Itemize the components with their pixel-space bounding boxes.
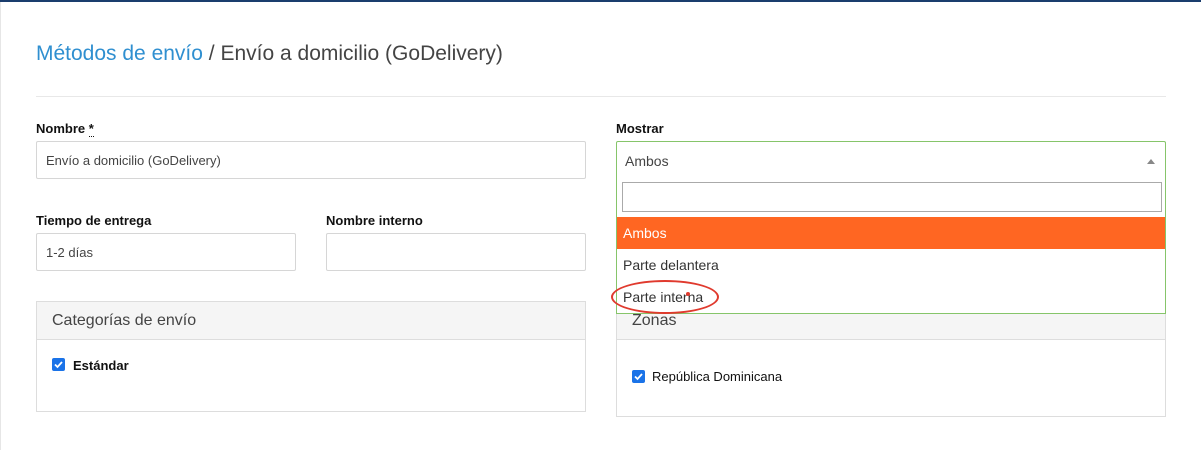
breadcrumb-link-metodos-envio[interactable]: Métodos de envío xyxy=(36,42,203,65)
left-edge-strip xyxy=(0,2,1,450)
mostrar-label: Mostrar xyxy=(616,121,664,136)
nombre-label-text: Nombre xyxy=(36,121,86,136)
estandar-checkbox[interactable] xyxy=(52,358,65,371)
tiempo-entrega-label: Tiempo de entrega xyxy=(36,213,152,228)
estandar-label: Estándar xyxy=(73,358,129,373)
tiempo-entrega-input[interactable] xyxy=(36,233,296,271)
nombre-input[interactable] xyxy=(36,141,586,179)
option-ambos[interactable]: Ambos xyxy=(617,217,1165,249)
cursor-pointer-icon xyxy=(686,292,690,296)
dropdown-search-input[interactable] xyxy=(622,182,1162,212)
title-divider xyxy=(36,96,1166,97)
page-title: Métodos de envío / Envío a domicilio (Go… xyxy=(36,40,503,68)
checkmark-icon xyxy=(634,373,643,381)
caret-up-icon xyxy=(1147,159,1155,164)
categorias-envio-title: Categorías de envío xyxy=(37,302,585,340)
nombre-interno-label: Nombre interno xyxy=(326,213,423,228)
mostrar-selected-value: Ambos xyxy=(625,153,669,169)
annotation-circle xyxy=(611,280,719,314)
required-mark: * xyxy=(88,121,94,137)
zonas-panel: Zonas República Dominicana xyxy=(616,301,1166,417)
top-accent-bar xyxy=(0,0,1201,2)
breadcrumb-separator: / xyxy=(208,42,215,65)
republica-dominicana-label: República Dominicana xyxy=(652,369,783,384)
nombre-label: Nombre * xyxy=(36,121,94,137)
mostrar-select[interactable]: Ambos xyxy=(616,141,1166,179)
republica-dominicana-checkbox[interactable] xyxy=(632,370,645,383)
checkmark-icon xyxy=(54,361,63,369)
categorias-envio-panel: Categorías de envío Estándar xyxy=(36,301,586,412)
breadcrumb-current: Envío a domicilio (GoDelivery) xyxy=(220,42,503,65)
nombre-interno-input[interactable] xyxy=(326,233,586,271)
option-parte-delantera[interactable]: Parte delantera xyxy=(617,249,1165,281)
